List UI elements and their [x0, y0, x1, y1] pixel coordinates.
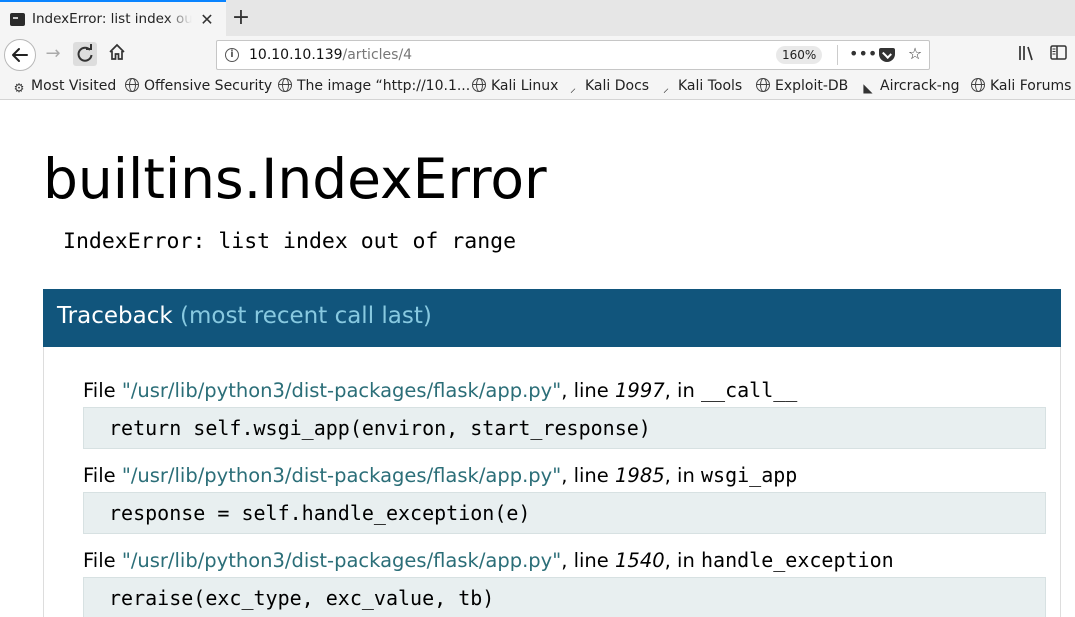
frame-code[interactable]: response = self.handle_exception(e)	[83, 492, 1046, 534]
frame-header: File "/usr/lib/python3/dist-packages/fla…	[83, 375, 1046, 405]
browser-tab[interactable]: IndexError: list index out of range ✕	[0, 0, 226, 36]
frame-line-prefix: , line	[561, 464, 615, 487]
frame-file-prefix: File	[83, 379, 122, 402]
frame-line-number: 1997	[615, 379, 665, 402]
error-title: builtins.IndexError	[43, 147, 547, 211]
bookmark-aircrack-ng[interactable]: ◣ Aircrack-ng	[861, 78, 960, 95]
traceback-title-line: Traceback (most recent call last)	[57, 303, 432, 329]
back-button[interactable]	[4, 39, 36, 71]
page-actions-icon[interactable]: •••	[849, 44, 877, 63]
bookmarks-toolbar: ⚙ Most Visited Offensive Security The ima…	[0, 74, 1075, 100]
traceback-frame: File "/usr/lib/python3/dist-packages/fla…	[83, 460, 1046, 534]
sidebar-icon-glyph	[1050, 45, 1067, 60]
traceback-frame: File "/usr/lib/python3/dist-packages/fla…	[83, 545, 1046, 617]
frame-file-prefix: File	[83, 549, 122, 572]
globe-icon	[971, 78, 985, 92]
tab-title: IndexError: list index out of range	[32, 11, 192, 27]
bookmark-kali-docs[interactable]: ⸝ Kali Docs	[566, 78, 649, 95]
frame-in-prefix: , in	[664, 549, 702, 572]
library-icon[interactable]	[1016, 44, 1038, 66]
traceback-body: File "/usr/lib/python3/dist-packages/fla…	[43, 347, 1061, 617]
url-host: 10.10.10.139	[249, 47, 343, 63]
bookmark-star-icon[interactable]: ☆	[905, 44, 925, 63]
frame-line-prefix: , line	[561, 549, 615, 572]
url-bar[interactable]: i 10.10.10.139/articles/4 160% ••• ☆	[216, 40, 930, 70]
frame-function: wsgi_app	[701, 463, 798, 487]
bookmark-image[interactable]: The image “http://10.1...	[278, 78, 470, 94]
kali-dragon-icon: ⸝	[569, 81, 576, 95]
globe-icon	[756, 78, 770, 92]
frame-file-path: "/usr/lib/python3/dist-packages/flask/ap…	[121, 464, 562, 487]
url-text[interactable]: 10.10.10.139/articles/4	[249, 47, 412, 63]
reload-icon	[77, 44, 93, 62]
aircrack-icon: ◣	[863, 81, 873, 95]
home-button[interactable]	[106, 42, 128, 69]
gear-icon: ⚙	[13, 81, 25, 95]
home-icon	[109, 43, 125, 60]
bookmark-offensive-security[interactable]: Offensive Security	[125, 78, 272, 94]
forward-arrow-icon[interactable]: →	[42, 42, 64, 66]
pocket-icon[interactable]	[879, 48, 895, 62]
error-message: IndexError: list index out of range	[63, 229, 517, 254]
bookmark-label: Offensive Security	[144, 78, 273, 94]
bookmark-label: Exploit-DB	[775, 78, 849, 94]
bookmark-most-visited[interactable]: ⚙ Most Visited	[12, 78, 117, 95]
globe-icon	[125, 78, 139, 92]
bookmark-label: Kali Docs	[585, 78, 650, 94]
bookmark-label: Most Visited	[31, 78, 117, 94]
traceback-title: Traceback	[57, 303, 173, 329]
close-tab-icon[interactable]: ✕	[198, 10, 216, 29]
bookmark-label: Kali Linux	[491, 78, 559, 94]
traceback-header: Traceback (most recent call last)	[43, 289, 1061, 347]
bookmark-label: Kali Forums	[990, 78, 1072, 94]
frame-file-path: "/usr/lib/python3/dist-packages/flask/ap…	[121, 549, 562, 572]
site-info-icon[interactable]: i	[225, 48, 239, 62]
new-tab-icon[interactable]: +	[230, 4, 252, 32]
frame-line-prefix: , line	[561, 379, 615, 402]
page-content: builtins.IndexError IndexError: list ind…	[0, 100, 1075, 617]
frame-code[interactable]: return self.wsgi_app(environ, start_resp…	[83, 407, 1046, 449]
frame-line-number: 1540	[615, 549, 665, 572]
frame-function: __call__	[701, 378, 798, 402]
frame-header: File "/usr/lib/python3/dist-packages/fla…	[83, 460, 1046, 490]
frame-in-prefix: , in	[664, 379, 702, 402]
sidebar-icon[interactable]	[1048, 44, 1070, 66]
bookmark-kali-tools[interactable]: ⸝ Kali Tools	[659, 78, 742, 95]
frame-file-path: "/usr/lib/python3/dist-packages/flask/ap…	[121, 379, 562, 402]
url-separator	[837, 45, 838, 65]
frame-header: File "/usr/lib/python3/dist-packages/fla…	[83, 545, 1046, 575]
frame-code[interactable]: reraise(exc_type, exc_value, tb)	[83, 577, 1046, 617]
url-path: /articles/4	[342, 47, 413, 63]
bookmark-label: Aircrack-ng	[880, 78, 960, 94]
frame-function: handle_exception	[701, 548, 894, 572]
globe-icon	[278, 78, 292, 92]
traceback-subtitle: (most recent call last)	[180, 303, 432, 329]
zoom-level-badge[interactable]: 160%	[776, 46, 823, 64]
bookmark-kali-forums[interactable]: Kali Forums	[971, 78, 1071, 94]
globe-icon	[472, 78, 486, 92]
bookmark-exploit-db[interactable]: Exploit-DB	[756, 78, 848, 94]
frame-line-number: 1985	[615, 464, 665, 487]
terminal-favicon-icon	[10, 13, 25, 26]
bookmark-kali-linux[interactable]: Kali Linux	[472, 78, 558, 94]
bookmark-label: The image “http://10.1...	[297, 78, 471, 94]
frame-in-prefix: , in	[664, 464, 702, 487]
traceback-frame: File "/usr/lib/python3/dist-packages/fla…	[83, 375, 1046, 449]
reload-button[interactable]	[73, 42, 97, 66]
frame-file-prefix: File	[83, 464, 122, 487]
library-icon-glyph	[1019, 46, 1033, 61]
kali-dragon-icon: ⸝	[662, 81, 669, 95]
bookmark-label: Kali Tools	[678, 78, 743, 94]
navigation-bar: → i 10.10.10.139/articles/4 160% ••• ☆	[0, 36, 1075, 74]
back-arrow-icon	[12, 48, 28, 62]
tab-strip: IndexError: list index out of range ✕ +	[0, 0, 1075, 36]
